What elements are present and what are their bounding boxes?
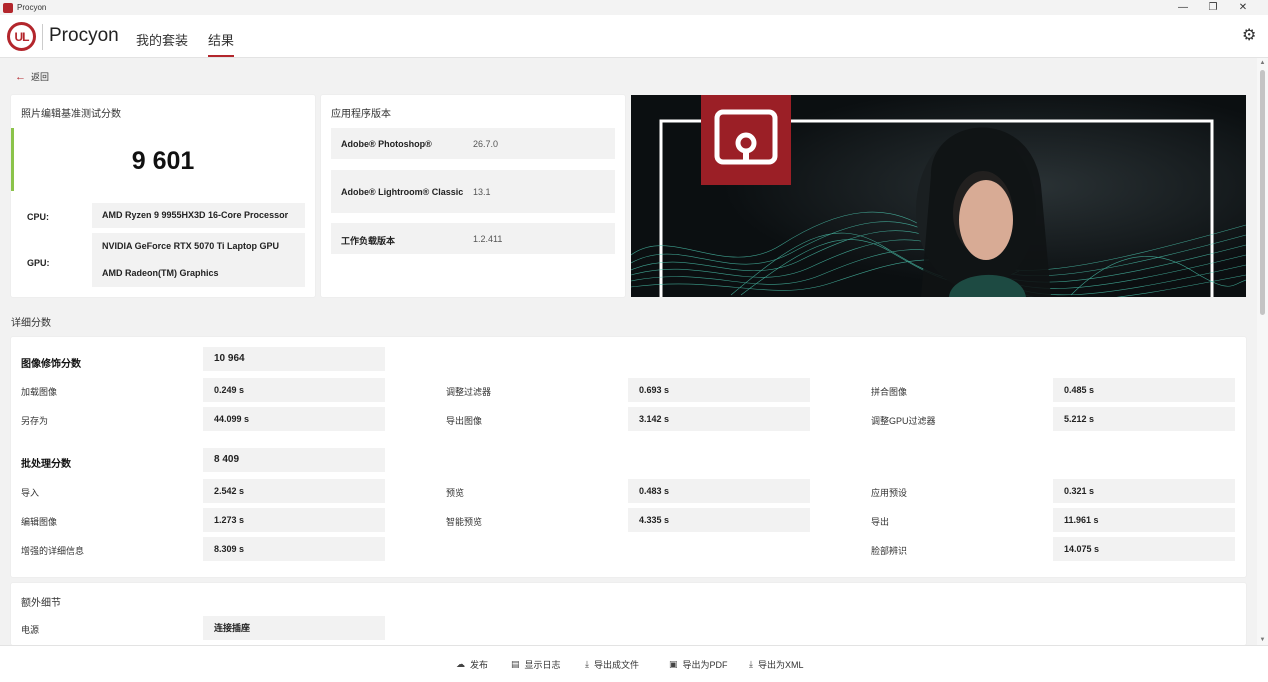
download-icon: ⤓ xyxy=(749,659,753,669)
metric-value: 11.961 s xyxy=(1053,508,1235,532)
version-row-value: 1.2.411 xyxy=(473,234,503,244)
back-link[interactable]: ← 返回 xyxy=(15,70,49,83)
footer-toolbar: ☁ 发布 ▤ 显示日志 ⤓ 导出成文件 ▣ 导出为PDF ⤓ 导出为XML xyxy=(0,645,1268,682)
scroll-down-icon[interactable]: ▼ xyxy=(1257,637,1268,643)
export-file-label: 导出成文件 xyxy=(593,660,639,670)
metric-label: 编辑图像 xyxy=(21,517,58,527)
metric-value: 3.142 s xyxy=(628,407,810,431)
metric-label: 导出图像 xyxy=(446,416,483,426)
show-log-label: 显示日志 xyxy=(524,660,561,670)
version-row: Adobe® Photoshop® 26.7.0 xyxy=(331,128,615,159)
version-card-title: 应用程序版本 xyxy=(331,109,391,120)
window-controls: — ❐ ✕ xyxy=(1168,0,1258,15)
metric-value: 5.212 s xyxy=(1053,407,1235,431)
export-xml-button[interactable]: ⤓ 导出为XML xyxy=(749,658,804,671)
logo-divider xyxy=(42,24,43,50)
maximize-button[interactable]: ❐ xyxy=(1198,0,1228,15)
overall-score: 9 601 xyxy=(131,147,195,175)
metric-value: 1.273 s xyxy=(203,508,385,532)
scroll-up-icon[interactable]: ▲ xyxy=(1257,60,1268,66)
extra-details-title: 额外细节 xyxy=(21,598,61,609)
extra-details-card: 额外细节 电源 连接插座 xyxy=(11,583,1246,645)
gpu-secondary: AMD Radeon(TM) Graphics xyxy=(102,268,219,278)
metric-label: 增强的详细信息 xyxy=(21,546,85,556)
title-bar: Procyon — ❐ ✕ xyxy=(0,0,1268,15)
app-icon xyxy=(3,2,13,13)
version-row-name: Adobe® Lightroom® Classic xyxy=(341,187,464,197)
detailed-scores-card: 图像修饰分数 10 964 加载图像 0.249 s 调整过滤器 0.693 s… xyxy=(11,337,1246,577)
minimize-button[interactable]: — xyxy=(1168,0,1198,15)
publish-button[interactable]: ☁ 发布 xyxy=(456,658,488,671)
version-row-name: Adobe® Photoshop® xyxy=(341,139,432,149)
metric-label: 加载图像 xyxy=(21,387,58,397)
metric-value: 0.249 s xyxy=(203,378,385,402)
export-pdf-button[interactable]: ▣ 导出为PDF xyxy=(669,658,728,671)
brand-name: Procyon xyxy=(49,25,119,46)
power-value: 连接插座 xyxy=(203,616,385,640)
export-xml-label: 导出为XML xyxy=(757,660,804,670)
metric-value: 14.075 s xyxy=(1053,537,1235,561)
cloud-upload-icon: ☁ xyxy=(456,659,465,669)
metric-label: 脸部辨识 xyxy=(871,546,908,556)
download-icon: ⤓ xyxy=(585,659,589,669)
publish-label: 发布 xyxy=(470,660,489,670)
group-title: 批处理分数 xyxy=(21,459,71,470)
gpu-label: GPU: xyxy=(27,258,50,268)
metric-label: 应用预设 xyxy=(871,488,908,498)
gear-icon[interactable]: ⚙ xyxy=(1242,28,1258,44)
tab-results[interactable]: 结果 xyxy=(208,30,235,57)
metric-label: 导入 xyxy=(21,488,40,498)
tab-my-suites[interactable]: 我的套装 xyxy=(136,30,188,49)
metric-value: 0.483 s xyxy=(628,479,810,503)
document-icon: ▤ xyxy=(511,659,520,669)
hero-image xyxy=(631,95,1246,297)
metric-label: 调整过滤器 xyxy=(446,387,492,397)
score-card-title: 照片编辑基准测试分数 xyxy=(21,109,121,120)
metric-value: 0.485 s xyxy=(1053,378,1235,402)
show-log-button[interactable]: ▤ 显示日志 xyxy=(511,658,561,671)
metric-label: 拼合图像 xyxy=(871,387,908,397)
metric-label: 另存为 xyxy=(21,416,49,426)
version-row: Adobe® Lightroom® Classic 13.1 xyxy=(331,170,615,213)
metric-label: 智能预览 xyxy=(446,517,483,527)
vertical-scrollbar[interactable]: ▲ ▼ xyxy=(1257,58,1268,645)
group-score: 8 409 xyxy=(203,448,385,472)
app-version-card: 应用程序版本 Adobe® Photoshop® 26.7.0 Adobe® L… xyxy=(321,95,625,297)
cpu-value: AMD Ryzen 9 9955HX3D 16-Core Processor xyxy=(92,203,305,228)
metric-value: 0.693 s xyxy=(628,378,810,402)
arrow-left-icon: ← xyxy=(15,70,26,83)
metric-label: 调整GPU过滤器 xyxy=(871,416,936,426)
close-button[interactable]: ✕ xyxy=(1228,0,1258,15)
export-file-button[interactable]: ⤓ 导出成文件 xyxy=(585,658,639,671)
app-header: UL Procyon 我的套装 结果 ⚙ xyxy=(0,15,1268,58)
metric-value: 8.309 s xyxy=(203,537,385,561)
power-label: 电源 xyxy=(21,625,40,635)
version-row-name: 工作负载版本 xyxy=(341,236,396,246)
group-title: 图像修饰分数 xyxy=(21,359,81,370)
metric-value: 44.099 s xyxy=(203,407,385,431)
group-score: 10 964 xyxy=(203,347,385,371)
export-pdf-label: 导出为PDF xyxy=(682,660,728,670)
cpu-label: CPU: xyxy=(27,212,49,222)
save-icon: ▣ xyxy=(669,659,678,669)
window-title: Procyon xyxy=(17,3,47,12)
version-row: 工作负载版本 1.2.411 xyxy=(331,223,615,254)
hero-illustration xyxy=(631,95,1246,297)
metric-value: 2.542 s xyxy=(203,479,385,503)
version-row-value: 13.1 xyxy=(473,187,491,197)
gpu-primary: NVIDIA GeForce RTX 5070 Ti Laptop GPU xyxy=(102,241,280,251)
gpu-values: NVIDIA GeForce RTX 5070 Ti Laptop GPU AM… xyxy=(92,233,305,287)
metric-label: 导出 xyxy=(871,517,890,527)
metric-label: 预览 xyxy=(446,488,465,498)
ul-logo: UL xyxy=(7,22,36,51)
detailed-scores-heading: 详细分数 xyxy=(11,318,51,329)
back-label: 返回 xyxy=(31,72,50,82)
metric-value: 4.335 s xyxy=(628,508,810,532)
version-row-value: 26.7.0 xyxy=(473,139,499,149)
scroll-thumb[interactable] xyxy=(1260,70,1265,315)
metric-value: 0.321 s xyxy=(1053,479,1235,503)
benchmark-score-card: 照片编辑基准测试分数 9 601 CPU: AMD Ryzen 9 9955HX… xyxy=(11,95,315,297)
